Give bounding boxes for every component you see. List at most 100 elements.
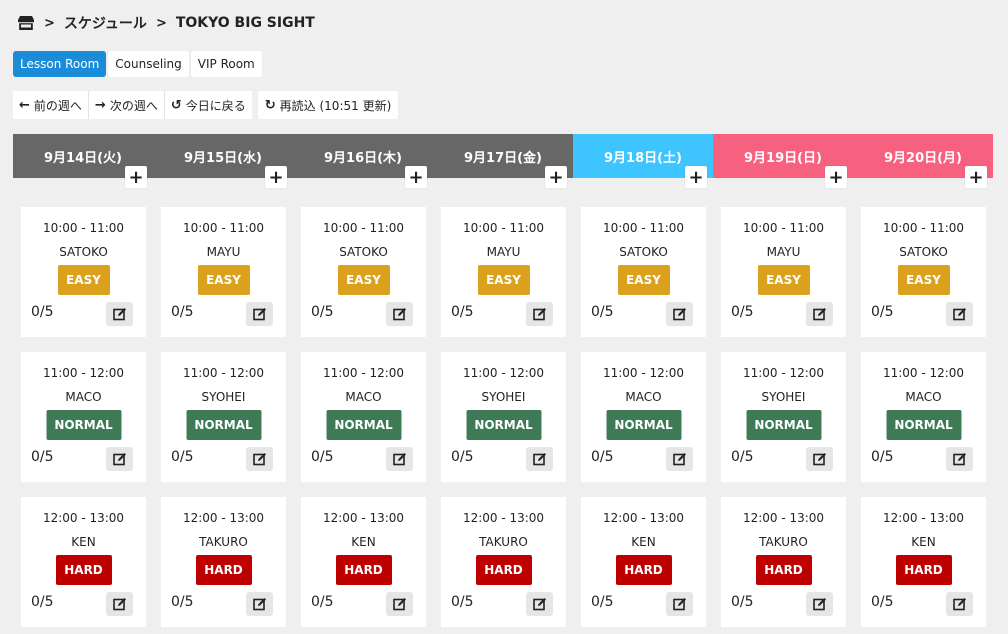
lesson-time: 12:00 - 13:00 (742, 511, 825, 525)
reload-button[interactable]: ↻ 再読込 (10:51 更新) (257, 91, 399, 119)
instructor-name: SATOKO (619, 245, 668, 259)
lesson-card[interactable]: 11:00 - 12:00 MACO NORMAL 0/5 (861, 352, 986, 482)
edit-button[interactable] (386, 302, 413, 326)
edit-button[interactable] (946, 302, 973, 326)
lesson-card[interactable]: 10:00 - 11:00 SATOKO EASY 0/5 (301, 207, 426, 337)
lesson-card[interactable]: 12:00 - 13:00 TAKURO HARD 0/5 (441, 497, 566, 627)
instructor-name: MAYU (206, 245, 241, 259)
edit-button[interactable] (666, 447, 693, 471)
lesson-card[interactable]: 11:00 - 12:00 SYOHEI NORMAL 0/5 (161, 352, 286, 482)
lesson-card[interactable]: 10:00 - 11:00 SATOKO EASY 0/5 (21, 207, 146, 337)
instructor-name: SATOKO (899, 245, 948, 259)
edit-button[interactable] (246, 447, 273, 471)
level-badge: NORMAL (326, 410, 401, 440)
day-header-label: 9月20日(月) (883, 150, 963, 166)
edit-button[interactable] (946, 447, 973, 471)
tab-vip-room[interactable]: VIP Room (190, 51, 262, 77)
lesson-time: 12:00 - 13:00 (882, 511, 965, 525)
add-lesson-button[interactable]: + (685, 166, 707, 188)
edit-button[interactable] (386, 447, 413, 471)
chevron-right-icon: > (44, 15, 55, 31)
edit-button[interactable] (526, 302, 553, 326)
breadcrumb-item-schedule[interactable]: スケジュール (64, 13, 147, 33)
edit-button[interactable] (806, 592, 833, 616)
lesson-time: 12:00 - 13:00 (462, 511, 545, 525)
add-lesson-button[interactable]: + (125, 166, 147, 188)
lesson-card[interactable]: 10:00 - 11:00 MAYU EASY 0/5 (441, 207, 566, 337)
edit-button[interactable] (106, 302, 133, 326)
instructor-name: SYOHEI (201, 390, 246, 404)
lesson-card[interactable]: 12:00 - 13:00 KEN HARD 0/5 (861, 497, 986, 627)
lesson-card[interactable]: 11:00 - 12:00 MACO NORMAL 0/5 (581, 352, 706, 482)
lesson-card[interactable]: 11:00 - 12:00 SYOHEI NORMAL 0/5 (441, 352, 566, 482)
level-badge: NORMAL (186, 410, 261, 440)
add-lesson-button[interactable]: + (825, 166, 847, 188)
lesson-time: 12:00 - 13:00 (42, 511, 125, 525)
level-badge: NORMAL (606, 410, 681, 440)
booking-count: 0/5 (871, 449, 894, 465)
edit-button[interactable] (946, 592, 973, 616)
next-week-button[interactable]: → 次の週へ (88, 91, 165, 119)
day-header-label: 9月18日(土) (603, 150, 683, 166)
edit-button[interactable] (106, 447, 133, 471)
lesson-time: 12:00 - 13:00 (182, 511, 265, 525)
lesson-time: 11:00 - 12:00 (182, 366, 265, 380)
lesson-time: 11:00 - 12:00 (462, 366, 545, 380)
level-badge: NORMAL (746, 410, 821, 440)
level-badge: HARD (475, 555, 532, 585)
edit-button[interactable] (106, 592, 133, 616)
add-lesson-button[interactable]: + (545, 166, 567, 188)
tab-lesson-room[interactable]: Lesson Room (13, 51, 107, 77)
lesson-time: 11:00 - 12:00 (882, 366, 965, 380)
lesson-time: 12:00 - 13:00 (602, 511, 685, 525)
time-slot-row: 12:00 - 13:00 KEN HARD 0/5 12:00 - 13:00 TAKU… (21, 497, 986, 627)
level-badge: EASY (757, 265, 810, 295)
day-header-label: 9月16日(木) (323, 150, 403, 166)
lesson-card[interactable]: 10:00 - 11:00 SATOKO EASY 0/5 (581, 207, 706, 337)
lesson-card[interactable]: 10:00 - 11:00 MAYU EASY 0/5 (721, 207, 846, 337)
edit-button[interactable] (526, 592, 553, 616)
lesson-time: 10:00 - 11:00 (462, 221, 545, 235)
edit-button[interactable] (666, 592, 693, 616)
edit-button[interactable] (806, 447, 833, 471)
lesson-card[interactable]: 12:00 - 13:00 TAKURO HARD 0/5 (161, 497, 286, 627)
add-lesson-button[interactable]: + (405, 166, 427, 188)
edit-icon (532, 308, 546, 321)
add-lesson-button[interactable]: + (265, 166, 287, 188)
add-lesson-button[interactable]: + (965, 166, 987, 188)
edit-icon (112, 598, 126, 611)
edit-button[interactable] (806, 302, 833, 326)
instructor-name: KEN (911, 535, 936, 549)
edit-button[interactable] (246, 592, 273, 616)
edit-button[interactable] (526, 447, 553, 471)
lesson-card[interactable]: 11:00 - 12:00 SYOHEI NORMAL 0/5 (721, 352, 846, 482)
refresh-icon: ↻ (264, 97, 276, 113)
breadcrumb-item-venue: TOKYO BIG SIGHT (175, 15, 315, 31)
instructor-name: MACO (65, 390, 102, 404)
day-header: 9月15日(水) + (153, 134, 293, 188)
lesson-card[interactable]: 12:00 - 13:00 TAKURO HARD 0/5 (721, 497, 846, 627)
lesson-card[interactable]: 12:00 - 13:00 KEN HARD 0/5 (581, 497, 706, 627)
lesson-card[interactable]: 11:00 - 12:00 MACO NORMAL 0/5 (301, 352, 426, 482)
booking-count: 0/5 (591, 594, 614, 610)
edit-button[interactable] (386, 592, 413, 616)
arrow-right-icon: → (94, 97, 106, 113)
level-badge: EASY (57, 265, 110, 295)
edit-button[interactable] (246, 302, 273, 326)
day-header-row: 9月14日(火) +9月15日(水) +9月16日(木) +9月17日(金) +9月18… (13, 134, 993, 188)
store-icon[interactable] (17, 15, 35, 31)
lesson-card[interactable]: 11:00 - 12:00 MACO NORMAL 0/5 (21, 352, 146, 482)
booking-count: 0/5 (31, 449, 54, 465)
lesson-card[interactable]: 12:00 - 13:00 KEN HARD 0/5 (301, 497, 426, 627)
lesson-time: 11:00 - 12:00 (742, 366, 825, 380)
tab-counseling[interactable]: Counseling (108, 51, 189, 77)
lesson-card[interactable]: 10:00 - 11:00 SATOKO EASY 0/5 (861, 207, 986, 337)
edit-button[interactable] (666, 302, 693, 326)
today-button[interactable]: ↺ 今日に戻る (164, 91, 252, 119)
booking-count: 0/5 (311, 594, 334, 610)
instructor-name: MACO (905, 390, 942, 404)
prev-week-button[interactable]: ← 前の週へ (13, 91, 89, 119)
lesson-card[interactable]: 10:00 - 11:00 MAYU EASY 0/5 (161, 207, 286, 337)
level-badge: HARD (615, 555, 672, 585)
lesson-card[interactable]: 12:00 - 13:00 KEN HARD 0/5 (21, 497, 146, 627)
